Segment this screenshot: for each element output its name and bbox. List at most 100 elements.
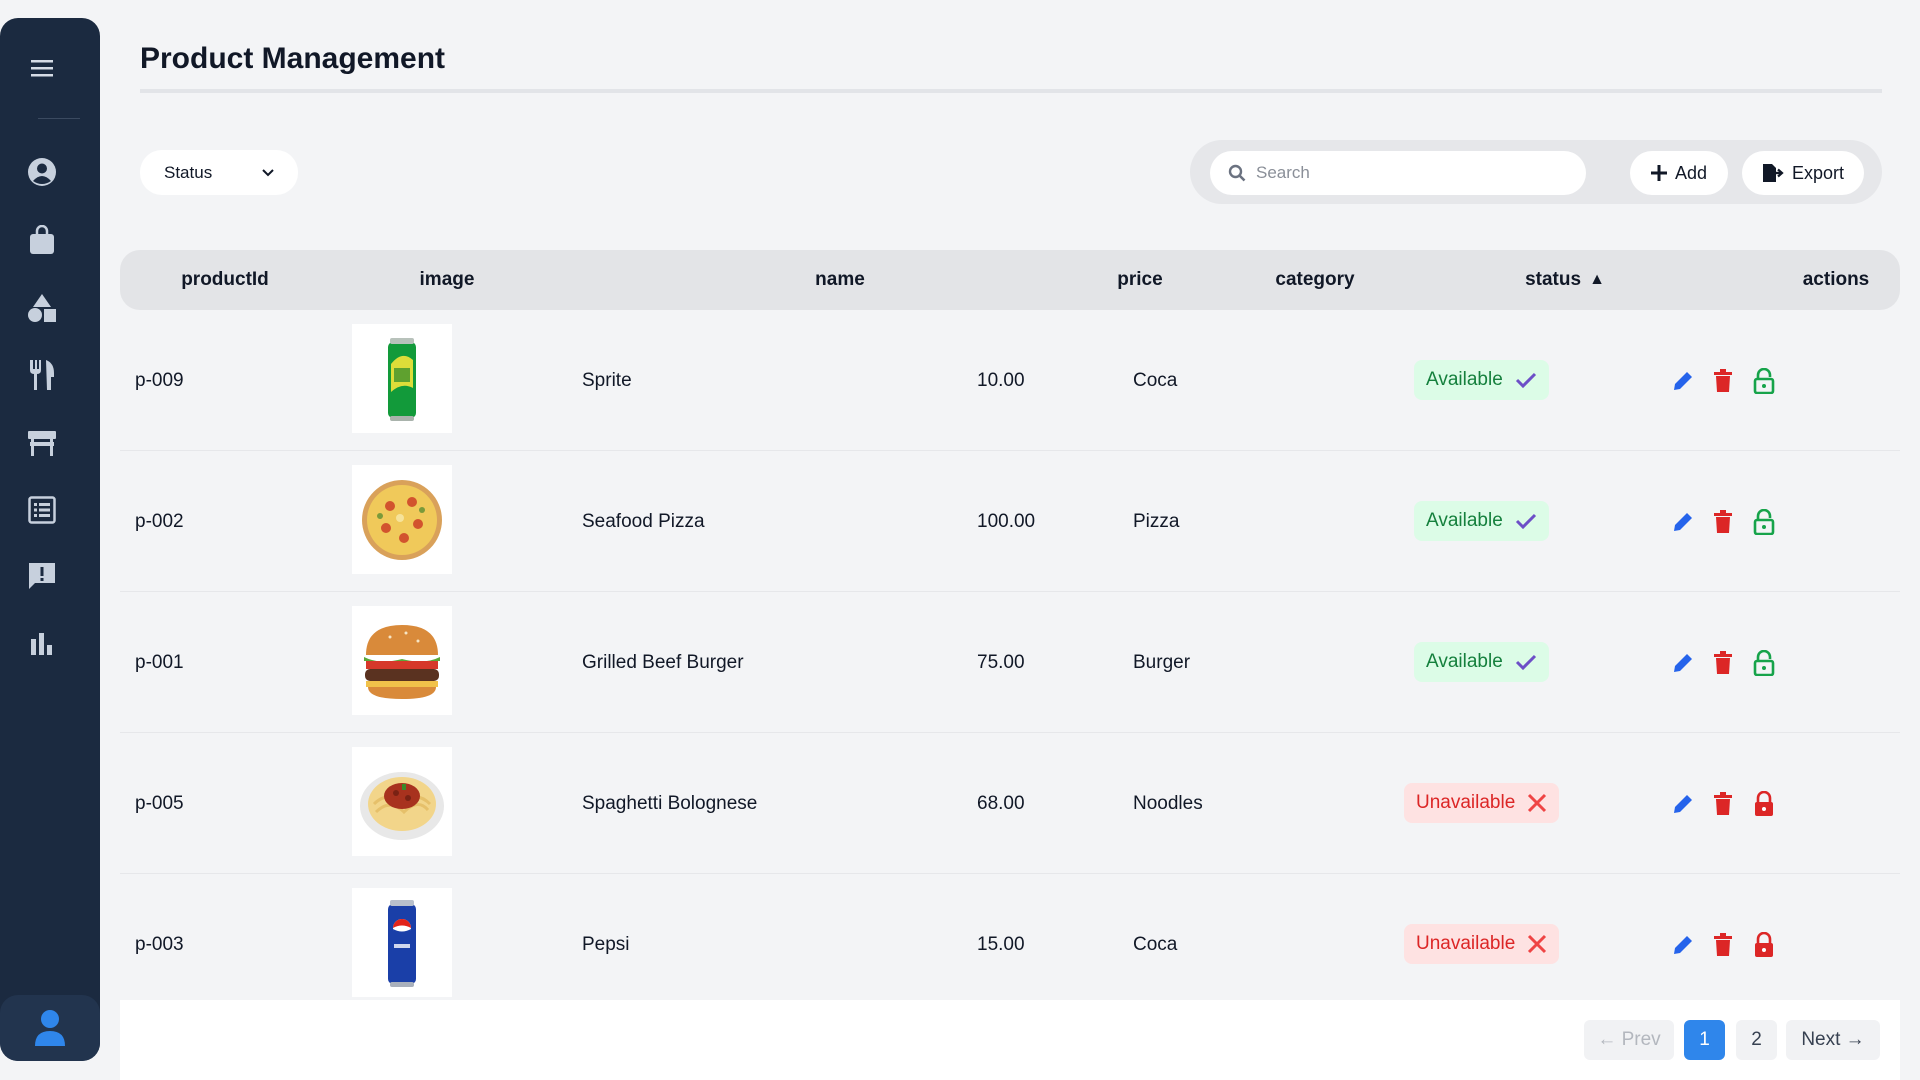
cell-product-name: Seafood Pizza [582,510,705,532]
delete-icon[interactable] [1710,509,1736,535]
page-title: Product Management [140,42,446,75]
cell-product-id: p-005 [135,792,184,814]
column-header-name[interactable]: name [740,250,940,310]
status-badge: Available [1414,501,1549,541]
next-page-button[interactable]: Next → [1786,1020,1880,1060]
chart-icon[interactable] [0,624,84,664]
x-mark-icon [1528,793,1547,813]
edit-icon[interactable] [1670,932,1696,958]
delete-icon[interactable] [1710,932,1736,958]
cell-product-id: p-003 [135,933,184,955]
cell-price: 15.00 [977,933,1025,955]
edit-icon[interactable] [1670,650,1696,676]
table-row: p-005 Spaghetti Bolognese 68.00 Noodles … [120,733,1900,874]
status-badge: Available [1414,642,1549,682]
edit-icon[interactable] [1670,791,1696,817]
cell-price: 68.00 [977,792,1025,814]
unlock-icon[interactable] [1751,650,1777,676]
page-button-1[interactable]: 1 [1684,1020,1725,1060]
cell-price: 10.00 [977,369,1025,391]
add-button[interactable]: Add [1630,151,1728,195]
plus-icon [1650,165,1667,181]
product-image-beef-burger [352,606,452,715]
column-header-productid[interactable]: productId [150,250,300,310]
column-header-category[interactable]: category [1230,250,1400,310]
title-divider [140,89,1882,93]
check-icon [1515,372,1536,389]
cell-price: 75.00 [977,651,1025,673]
shapes-icon[interactable] [0,288,84,328]
utensils-icon[interactable] [0,355,84,395]
cell-price: 100.00 [977,510,1036,532]
table-row: p-002 Seafood Pizza 100.00 Pizza Availab… [120,451,1900,592]
status-badge-label: Available [1426,510,1503,531]
cell-category: Coca [1133,369,1178,391]
product-image-sprite [352,324,452,433]
search-box[interactable] [1210,151,1586,195]
prev-page-button[interactable]: ← Prev [1584,1020,1674,1060]
column-header-price[interactable]: price [1080,250,1200,310]
delete-icon[interactable] [1710,791,1736,817]
menu-icon[interactable] [0,48,84,88]
status-filter-label: Status [164,162,213,182]
cell-product-name: Spaghetti Bolognese [582,792,758,814]
edit-icon[interactable] [1670,368,1696,394]
user-circle-icon[interactable] [0,152,84,192]
x-mark-icon [1528,934,1547,954]
pagination: ← Prev 1 2 Next → [120,1000,1900,1080]
column-header-actions: actions [1802,269,1870,290]
cell-product-id: p-002 [135,510,184,532]
cell-category: Coca [1133,933,1178,955]
delete-icon[interactable] [1710,368,1736,394]
shopping-bag-icon[interactable] [0,220,84,260]
cell-category: Noodles [1133,792,1203,814]
lock-icon[interactable] [1751,791,1777,817]
list-icon[interactable] [0,490,84,530]
delete-icon[interactable] [1710,650,1736,676]
cell-product-name: Pepsi [582,933,630,955]
table-icon[interactable] [0,423,84,463]
export-button-label: Export [1791,162,1845,183]
toolbar: Add Export [1190,140,1882,204]
unlock-icon[interactable] [1751,368,1777,394]
lock-icon[interactable] [1751,932,1777,958]
cell-product-id: p-009 [135,369,184,391]
products-table: productId image name price category stat… [120,250,1900,1015]
cell-product-name: Sprite [582,369,632,391]
status-badge: Available [1414,360,1549,400]
page-button-2[interactable]: 2 [1736,1020,1777,1060]
search-input[interactable] [1256,163,1556,183]
status-badge-label: Unavailable [1416,792,1516,813]
table-row: p-001 Grilled Beef Burger 75.00 Burger A… [120,592,1900,733]
cell-product-name: Grilled Beef Burger [582,651,744,673]
sort-ascending-icon: ▲ [1589,271,1605,288]
product-image-pepsi [352,888,452,997]
sidebar-divider [38,118,80,119]
cell-category: Burger [1133,651,1191,673]
status-filter-select[interactable]: Status [140,150,298,195]
edit-icon[interactable] [1670,509,1696,535]
product-image-seafood-pizza [352,465,452,574]
column-header-status[interactable]: status ▲ [1480,250,1650,310]
chevron-down-icon [262,168,274,176]
status-badge-label: Available [1426,651,1503,672]
product-image-spaghetti [352,747,452,856]
search-icon [1228,164,1246,182]
feedback-icon[interactable] [0,556,84,596]
cell-product-id: p-001 [135,651,184,673]
add-button-label: Add [1674,162,1708,183]
user-profile-button[interactable] [0,995,100,1061]
check-icon [1515,513,1536,530]
status-badge-label: Available [1426,369,1503,390]
status-badge: Unavailable [1404,924,1560,964]
table-row: p-009 Sprite 10.00 Coca Available [120,310,1900,451]
status-badge: Unavailable [1404,783,1560,823]
sidebar [0,18,100,1061]
check-icon [1515,654,1536,671]
export-button[interactable]: Export [1742,151,1864,195]
column-header-image[interactable]: image [382,250,512,310]
unlock-icon[interactable] [1751,509,1777,535]
table-header: productId image name price category stat… [120,250,1900,310]
export-file-icon [1762,164,1784,182]
column-header-status-label: status [1525,269,1582,290]
